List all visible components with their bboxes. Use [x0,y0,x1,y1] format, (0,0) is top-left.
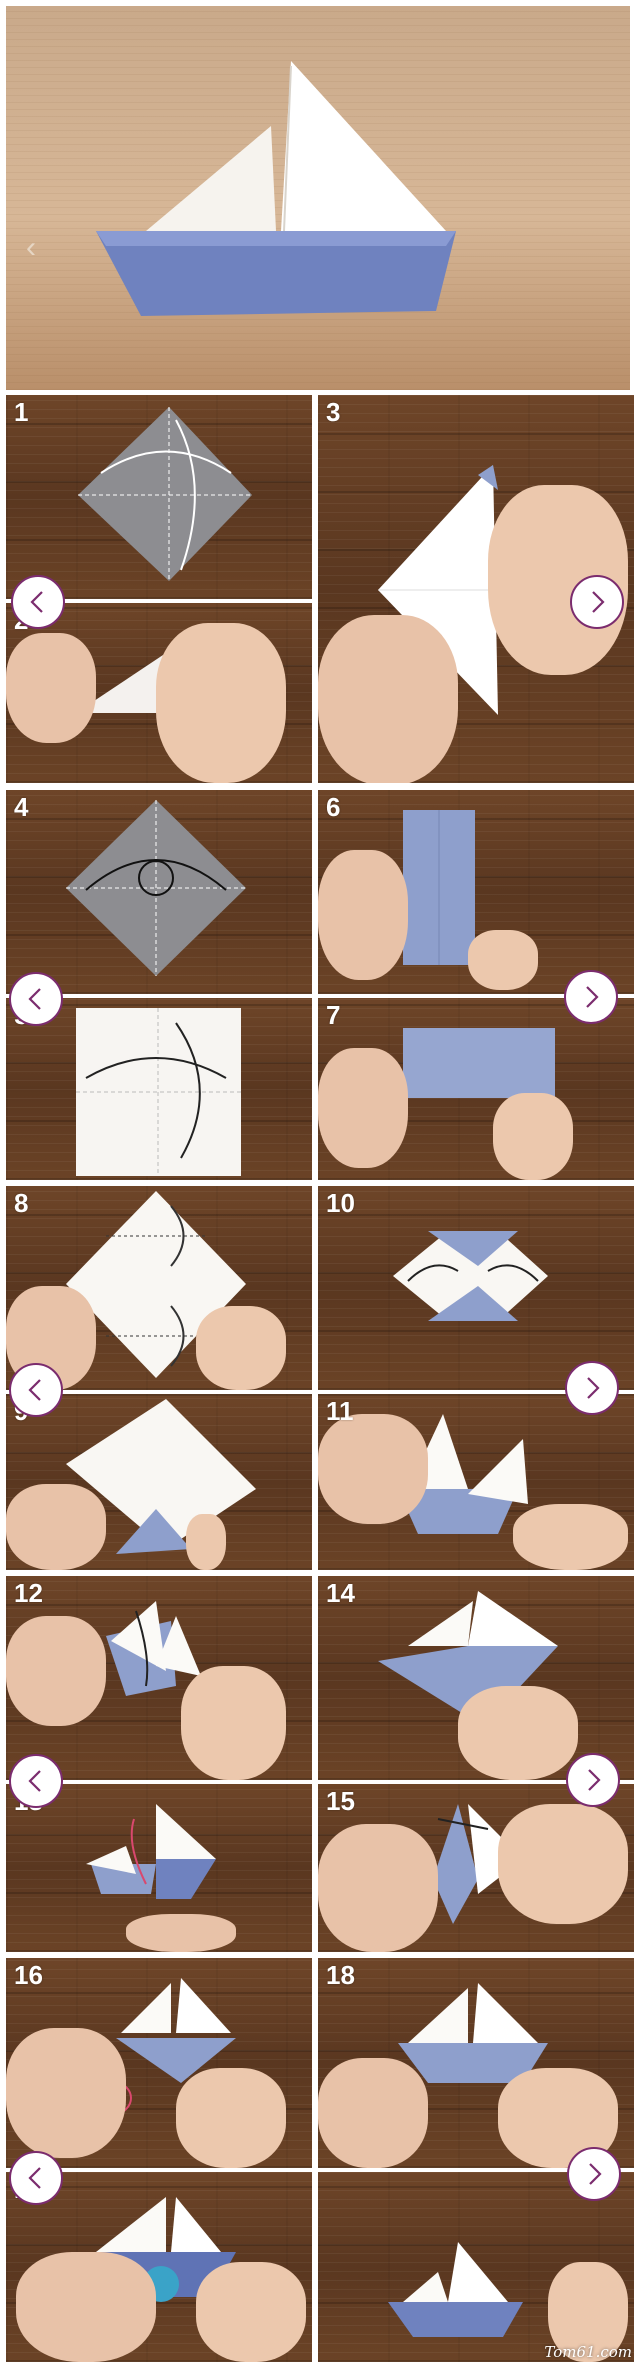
left-hand [318,1048,408,1168]
next-button[interactable] [566,1753,620,1807]
step-14-panel: 14 [318,1576,634,1780]
step-12-panel: 12 [6,1576,312,1780]
paper-sheet [78,407,252,581]
step-1-panel: 1 [6,395,312,599]
prev-button[interactable] [9,972,63,1026]
right-hand [513,1504,628,1570]
next-button[interactable] [567,2147,621,2201]
step-number: 12 [14,1578,43,1608]
step-10-panel: 10 [318,1186,634,1390]
next-button[interactable] [570,575,624,629]
step-18-panel: 18 [318,1958,634,2168]
step-13-panel: 13 [6,1784,312,1952]
chevron-right-icon [588,1769,601,1791]
step-number: 15 [326,1786,355,1816]
right-hand [458,1686,578,1780]
step-number: 7 [326,1000,341,1030]
hands-bottom [126,1914,236,1952]
chevron-left-icon [30,591,43,613]
left-hand [6,633,96,743]
prev-button[interactable] [9,1363,63,1417]
prev-button[interactable] [9,1754,63,1808]
step-number: 6 [326,792,341,822]
step-15-panel: 15 [318,1784,634,1952]
right-hand [498,1804,628,1924]
step-16-panel: 16 [6,1958,312,2168]
step-number: 14 [326,1578,355,1608]
chevron-left-icon [28,1770,41,1792]
right-hand [493,1093,573,1180]
prev-button[interactable] [11,575,65,629]
prev-button[interactable] [9,2151,63,2205]
step-9-panel: 9 [6,1394,312,1570]
watermark: Tom61.com [544,2343,632,2361]
step-4-panel: 4 [6,790,312,994]
right-hand [196,1306,286,1390]
left-hand [318,850,408,980]
step-7-panel: 7 [318,998,634,1180]
finished-sailboat-illustration [96,61,456,316]
left-hand [318,1414,428,1524]
step-11-panel: 11 [318,1394,634,1570]
left-hand [318,1824,438,1952]
step-number: 16 [14,1960,43,1990]
hero-image: ‹ [6,6,630,390]
step-number: 10 [326,1188,355,1218]
right-hand [186,1514,226,1570]
chevron-left-icon [28,1379,41,1401]
right-hand [196,2262,306,2362]
chevron-right-icon [587,1377,600,1399]
chevron-left-icon [28,988,41,1010]
chevron-right-icon [589,2163,602,2185]
step-2-panel: 2 [6,603,312,783]
step-8-panel: 8 [6,1186,312,1390]
hero-prev-arrow[interactable]: ‹ [26,231,36,265]
paper-sheet [66,800,246,976]
step-5-panel: 5 [6,998,312,1180]
step-6-panel: 6 [318,790,634,994]
right-hand [156,623,286,783]
right-hand [176,2068,286,2168]
chevron-right-icon [592,591,605,613]
step-number: 3 [326,397,341,427]
paper-sheet [76,1008,241,1176]
right-hand [181,1666,286,1780]
chevron-left-icon [28,2167,41,2189]
paper-sheet [393,1231,548,1321]
left-hand [6,2028,126,2158]
left-hand [318,615,458,783]
left-hand [6,1484,106,1570]
left-hand [6,1616,106,1726]
next-button[interactable] [564,970,618,1024]
step-number: 1 [14,397,29,427]
step-number: 18 [326,1960,355,1990]
step-number: 8 [14,1188,29,1218]
chevron-right-icon [586,986,599,1008]
left-hand [16,2252,156,2362]
right-hand [468,930,538,990]
next-button[interactable] [565,1361,619,1415]
step-number: 4 [14,792,29,822]
left-hand [318,2058,428,2168]
finished-boat-panel [318,2172,634,2362]
step-number: 11 [326,1396,354,1426]
